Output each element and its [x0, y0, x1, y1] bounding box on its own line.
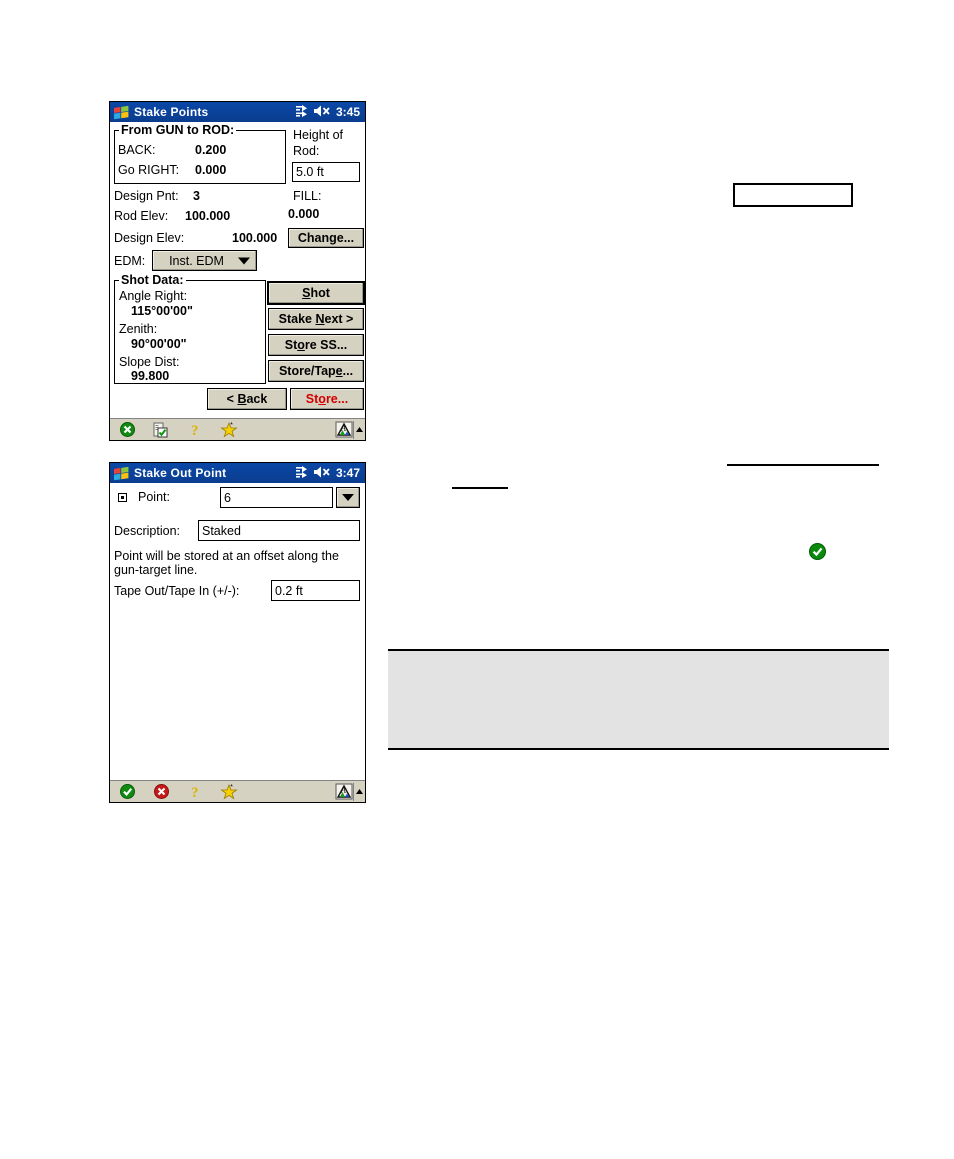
taskbar-right-group: A	[334, 419, 365, 441]
zenith-label: Zenith:	[119, 322, 158, 336]
description-label: Description:	[114, 524, 180, 538]
help-question-icon[interactable]: ?	[178, 419, 212, 441]
taskbar-stake-points: ? A	[110, 418, 365, 440]
slope-dist-label: Slope Dist:	[119, 355, 180, 369]
svg-text:A: A	[340, 786, 346, 795]
back-button[interactable]: < Back	[207, 388, 287, 410]
horizontal-rule-short	[452, 487, 508, 489]
back-button-label: < Back	[226, 392, 268, 406]
green-check-icon	[809, 543, 826, 565]
titlebar-status-icons: 3:45	[295, 104, 362, 120]
design-elev-label: Design Elev:	[114, 231, 185, 245]
stake-points-client: From GUN to ROD: BACK: 0.200 Go RIGHT: 0…	[110, 122, 365, 418]
horizontal-rule-long	[727, 464, 879, 466]
back-label: BACK:	[118, 143, 156, 157]
edm-selected-value: Inst. EDM	[169, 253, 224, 268]
rod-elev-label: Rod Elev:	[114, 209, 169, 223]
design-pnt-value: 3	[193, 189, 200, 203]
favorites-star-icon[interactable]	[212, 781, 246, 803]
offset-note-text: Point will be stored at an offset along …	[114, 549, 339, 577]
stake-out-point-client: Point: 6 Description: Staked Point will …	[110, 483, 365, 780]
input-panel-arrow-icon[interactable]	[353, 420, 365, 439]
titlebar-stake-out-point: Stake Out Point 3:47	[110, 463, 365, 483]
stake-next-button[interactable]: Stake Next >	[268, 308, 364, 330]
point-input[interactable]: 6	[220, 487, 333, 508]
change-button[interactable]: Change...	[288, 228, 364, 248]
close-x-icon[interactable]	[110, 419, 144, 441]
back-value: 0.200	[195, 143, 227, 157]
store-button[interactable]: Store...	[290, 388, 364, 410]
height-of-rod-label-line1: Height of	[293, 128, 344, 142]
point-selector-icon[interactable]	[118, 493, 127, 502]
ok-check-icon[interactable]	[110, 781, 144, 803]
store-ss-button-label: Store SS...	[284, 338, 348, 352]
design-elev-value: 100.000	[232, 231, 278, 245]
window-title: Stake Points	[134, 105, 209, 119]
taskbar-right-group: A	[334, 781, 365, 803]
point-dropdown-button[interactable]	[336, 487, 360, 508]
svg-text:A: A	[340, 424, 346, 433]
go-right-value: 0.000	[195, 163, 227, 177]
connectivity-icon[interactable]	[295, 104, 310, 120]
gray-content-panel	[388, 649, 889, 750]
description-input[interactable]: Staked	[198, 520, 360, 541]
shot-button-label: Shot	[302, 286, 330, 300]
store-tape-button[interactable]: Store/Tape...	[268, 360, 364, 382]
edm-combobox[interactable]: Inst. EDM	[152, 250, 257, 271]
point-label: Point:	[138, 490, 170, 504]
empty-callout-box	[733, 183, 853, 207]
change-button-label: Change...	[297, 231, 355, 245]
go-right-label: Go RIGHT:	[118, 163, 180, 177]
tape-input[interactable]: 0.2 ft	[271, 580, 360, 601]
cancel-x-icon[interactable]	[144, 781, 178, 803]
zenith-value: 90°00'00"	[131, 337, 187, 351]
rod-elev-value: 100.000	[185, 209, 231, 223]
input-panel-icon[interactable]: A	[334, 783, 353, 801]
angle-right-value: 115°00'00"	[131, 304, 193, 318]
taskbar-stake-out-point: ? A	[110, 780, 365, 802]
chevron-down-icon	[342, 494, 354, 501]
windows-logo-icon	[113, 105, 130, 120]
store-button-label: Store...	[305, 392, 349, 406]
angle-right-label: Angle Right:	[119, 289, 188, 303]
edm-label: EDM:	[114, 254, 146, 268]
document-check-icon[interactable]	[144, 419, 178, 441]
volume-muted-icon[interactable]	[313, 105, 331, 120]
shot-data-title: Shot Data:	[119, 273, 186, 287]
window-title: Stake Out Point	[134, 466, 227, 480]
svg-text:?: ?	[191, 785, 199, 800]
height-of-rod-input[interactable]: 5.0 ft	[292, 162, 360, 182]
fill-value: 0.000	[288, 207, 320, 221]
clock: 3:47	[335, 466, 360, 480]
tape-label: Tape Out/Tape In (+/-):	[114, 584, 240, 598]
input-panel-arrow-icon[interactable]	[353, 782, 365, 801]
help-question-icon[interactable]: ?	[178, 781, 212, 803]
store-tape-button-label: Store/Tape...	[278, 364, 354, 378]
favorites-star-icon[interactable]	[212, 419, 246, 441]
connectivity-icon[interactable]	[295, 465, 310, 481]
slope-dist-value: 99.800	[131, 369, 170, 383]
stake-next-button-label: Stake Next >	[278, 312, 354, 326]
height-of-rod-label-line2: Rod:	[293, 144, 320, 158]
windows-logo-icon	[113, 466, 130, 481]
from-gun-to-rod-title: From GUN to ROD:	[119, 123, 237, 137]
titlebar-stake-points: Stake Points 3:45	[110, 102, 365, 122]
svg-text:?: ?	[191, 423, 199, 438]
chevron-down-icon	[238, 257, 250, 264]
design-pnt-label: Design Pnt:	[114, 189, 179, 203]
clock: 3:45	[335, 105, 360, 119]
input-panel-icon[interactable]: A	[334, 421, 353, 439]
titlebar-status-icons: 3:47	[295, 465, 362, 481]
store-ss-button[interactable]: Store SS...	[268, 334, 364, 356]
volume-muted-icon[interactable]	[313, 466, 331, 481]
shot-button[interactable]: Shot	[268, 282, 364, 304]
stake-out-point-window: Stake Out Point 3:47 Point: 6 Descriptio…	[109, 462, 366, 803]
stake-points-window: Stake Points 3:45 From GUN to ROD: BACK:…	[109, 101, 366, 441]
fill-label: FILL:	[293, 189, 322, 203]
